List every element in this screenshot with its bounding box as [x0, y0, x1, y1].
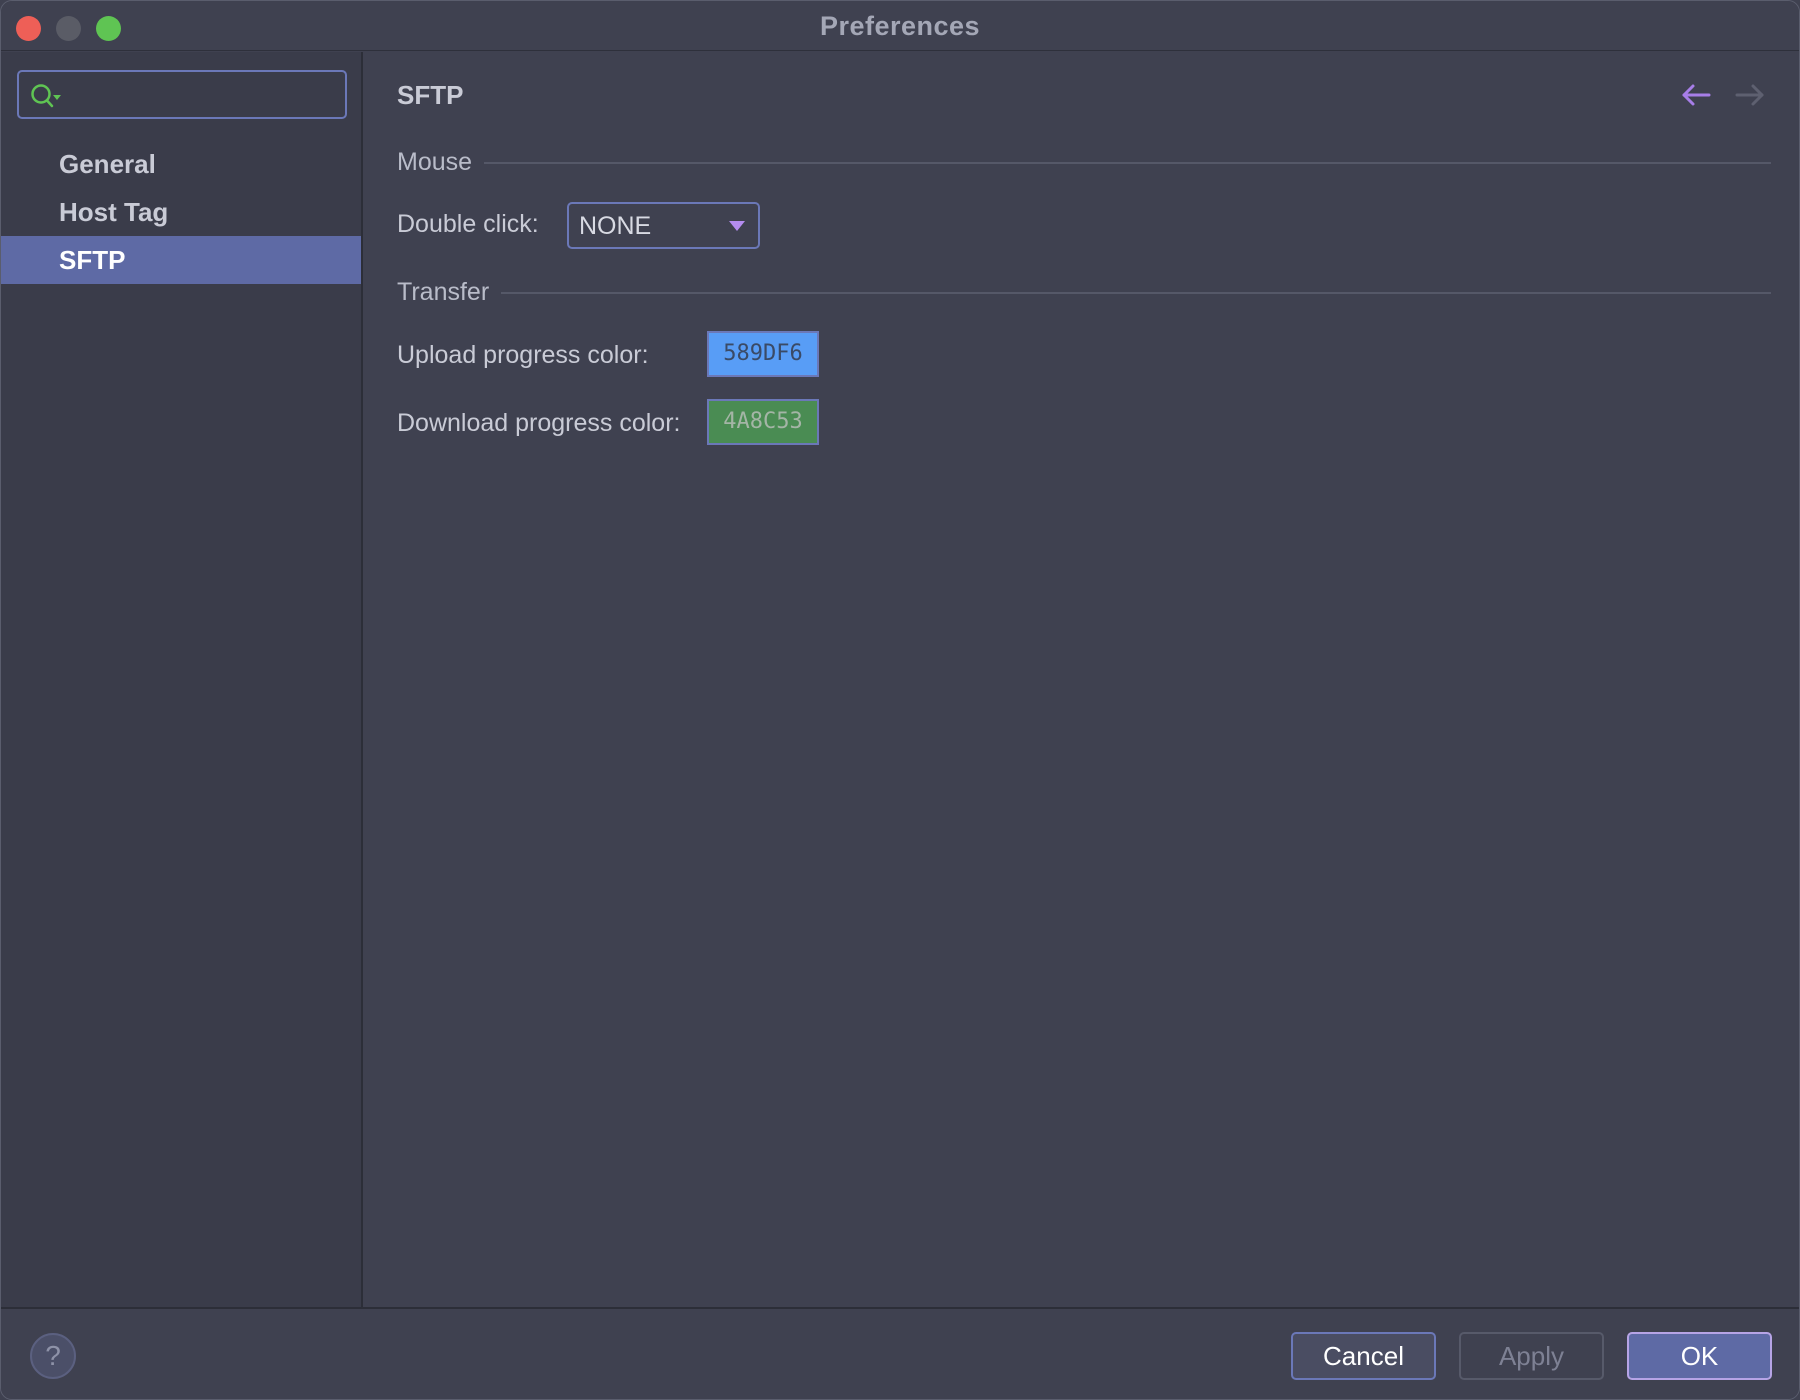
page-title: SFTP — [397, 80, 464, 110]
section-label: Mouse — [397, 147, 473, 176]
section-label: Transfer — [397, 277, 490, 306]
preferences-window: Preferences General Host Tag SFTP SFTP M… — [0, 0, 1800, 1400]
search-icon[interactable] — [29, 82, 63, 110]
upload-color-swatch[interactable]: 589DF6 — [707, 331, 819, 377]
double-click-value: NONE — [579, 212, 652, 240]
search-input[interactable] — [71, 78, 331, 112]
section-transfer: Transfer — [397, 275, 1771, 309]
ok-button[interactable]: OK — [1627, 1332, 1772, 1380]
title-bar: Preferences — [1, 1, 1799, 51]
apply-button[interactable]: Apply — [1459, 1332, 1604, 1380]
section-mouse: Mouse — [397, 145, 1771, 179]
sidebar-item-label: General — [59, 149, 156, 179]
settings-panel: SFTP Mouse Double click: NONE Transfer U… — [365, 52, 1799, 1307]
arrow-right-icon[interactable] — [1733, 80, 1767, 110]
sidebar-item-label: Host Tag — [59, 197, 169, 227]
cancel-button[interactable]: Cancel — [1291, 1332, 1436, 1380]
sidebar-item-label: SFTP — [59, 245, 126, 275]
question-mark-icon: ? — [45, 1340, 61, 1371]
download-color-label: Download progress color: — [397, 409, 681, 437]
help-button[interactable]: ? — [30, 1333, 76, 1379]
sidebar-item-sftp[interactable]: SFTP — [1, 236, 361, 284]
window-title: Preferences — [819, 11, 981, 41]
arrow-left-icon[interactable] — [1679, 80, 1713, 110]
sidebar-item-general[interactable]: General — [1, 140, 361, 188]
sidebar: General Host Tag SFTP — [1, 52, 363, 1307]
sidebar-item-host-tag[interactable]: Host Tag — [1, 188, 361, 236]
upload-color-label: Upload progress color: — [397, 341, 649, 369]
section-divider — [501, 292, 1771, 294]
search-box[interactable] — [17, 70, 347, 119]
dialog-footer: ? Cancel Apply OK — [1, 1307, 1799, 1399]
double-click-label: Double click: — [397, 210, 539, 238]
chevron-down-icon — [729, 221, 745, 231]
download-color-swatch[interactable]: 4A8C53 — [707, 399, 819, 445]
section-divider — [484, 162, 1771, 164]
double-click-select[interactable]: NONE — [567, 202, 760, 249]
